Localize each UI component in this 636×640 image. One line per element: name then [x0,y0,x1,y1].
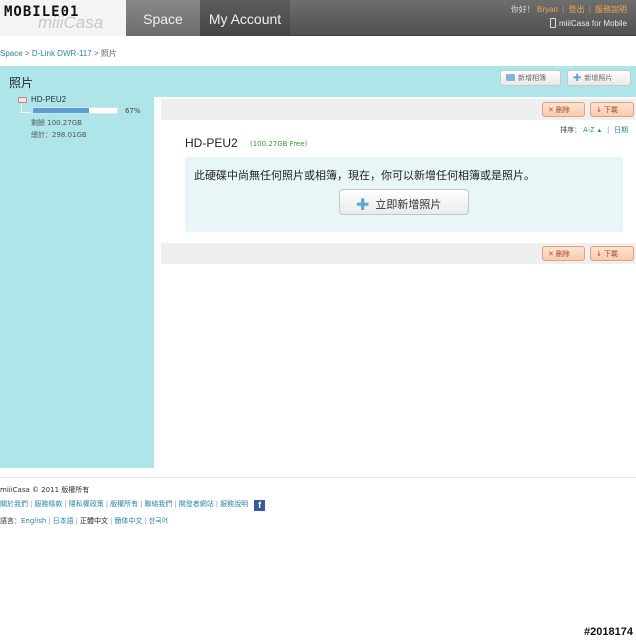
footer-link-developers[interactable]: 開發者網站 [179,500,214,508]
separator: | [105,500,109,508]
usage-percent: 67% [125,107,141,115]
plus-icon: ✚ [573,73,582,84]
footer-link-help[interactable]: 服務說明 [220,500,248,508]
sort-az-link[interactable]: A-Z [583,127,594,134]
language-label: 語言： [0,517,21,525]
close-icon: ✕ [548,106,554,114]
breadcrumb-separator: > [24,49,32,58]
hard-drive-icon [18,97,27,103]
mobile-link-label: miiiCasa for Mobile [558,19,627,28]
download-arrow-icon: ↓ [596,106,602,114]
breadcrumb-device[interactable]: D-Link DWR-117 [32,49,92,58]
language-simplified-chinese[interactable]: 簡体中文 [114,517,142,525]
new-photo-button[interactable]: ✚ 新增照片 [567,70,631,86]
watermark: #2018174 [584,626,633,638]
greeting-text: 你好！ [510,5,535,14]
tree-connector [21,104,31,113]
footer-divider [0,477,636,478]
new-photo-label: 新增照片 [584,74,613,82]
remaining-space: 剩餘 100.27GB [31,119,82,127]
usage-bar [32,107,118,114]
tab-my-account[interactable]: My Account [200,0,290,36]
delete-button[interactable]: ✕ 刪除 [542,102,585,117]
add-photos-now-button[interactable]: ✚ 立即新增照片 [339,189,469,215]
separator: | [588,5,591,14]
language-english[interactable]: English [21,517,46,525]
language-selector: 語言：English | 日本語 | 正體中文 | 簡体中文 | 한국어 [0,516,168,526]
phone-icon [549,18,556,28]
separator: | [110,517,113,525]
logo[interactable]: MOBILE01 miiiCasa [0,0,126,36]
facebook-icon[interactable]: f [254,500,266,511]
free-space: (100.27GB Free) [250,140,308,148]
separator: | [607,127,610,134]
action-bar-top: ✕ 刪除 ↓ 下載 [161,99,636,120]
footer-link-copyright[interactable]: 版權所有 [110,500,138,508]
add-photos-now-label: 立即新增照片 [375,198,442,211]
tab-space[interactable]: Space [126,0,200,36]
footer-link-privacy[interactable]: 隱私權政策 [69,500,104,508]
download-label: 下載 [603,250,618,258]
plus-icon: ✚ [356,195,370,214]
sort-ascending-icon: ▲ [596,128,603,134]
new-album-label: 新增相簿 [518,74,546,82]
action-bar-bottom: ✕ 刪除 ↓ 下載 [161,243,636,264]
content-panel: ✕ 刪除 ↓ 下載 排序： A-Z ▲ | 日期 HD-PEU2 (100.27GB… [154,97,636,468]
separator: | [75,517,78,525]
separator: | [562,5,565,14]
empty-state-message: 此硬碟中尚無任何照片或相簿，現在，你可以新增任何相簿或是照片。 [194,169,535,182]
language-korean[interactable]: 한국어 [149,517,168,525]
main-area: 照片 新增相簿 ✚ 新增照片 HD-PEU2 67% 剩餘 100.27GB 總計… [0,66,636,468]
download-button[interactable]: ↓ 下載 [590,102,634,117]
separator: | [215,500,219,508]
sort-controls: 排序： A-Z ▲ | 日期 [560,125,628,135]
page-title: 照片 [9,76,34,90]
disk-title: HD-PEU2 [185,136,238,150]
folder-icon [506,74,515,81]
user-links: 你好！ Bryan | 登出 | 服務說明 [511,4,627,15]
close-icon: ✕ [548,250,554,258]
separator: | [144,517,147,525]
separator: | [48,517,51,525]
separator: | [30,500,33,508]
footer-link-contact[interactable]: 聯絡我們 [144,500,172,508]
separator: | [64,500,67,508]
logout-link[interactable]: 登出 [568,5,584,14]
download-button[interactable]: ↓ 下載 [590,246,634,261]
language-traditional-chinese: 正體中文 [80,517,108,525]
footer-links: 關於我們 | 服務條款 | 隱私權政策 | 版權所有 | 聯絡我們 | 開發者網站 | 服務說明 f [0,499,266,511]
total-space: 總計：298.01GB [31,131,87,139]
miiicasa-logo-text: miiiCasa [38,13,104,32]
breadcrumb-space[interactable]: Space [0,49,23,58]
language-japanese[interactable]: 日本語 [53,517,74,525]
empty-state-box: 此硬碟中尚無任何照片或相簿，現在，你可以新增任何相簿或是照片。 ✚ 立即新增照片 [185,157,623,232]
copyright: miiiCasa © 2011 版權所有 [0,486,90,494]
delete-label: 刪除 [555,250,570,258]
drive-name: HD-PEU2 [31,95,67,104]
sort-date-link[interactable]: 日期 [614,127,628,134]
download-arrow-icon: ↓ [596,250,602,258]
breadcrumb-separator: > [93,49,101,58]
usage-bar-fill [33,108,90,113]
username-link[interactable]: Bryan [537,5,558,14]
download-label: 下載 [603,106,618,114]
breadcrumb-current: 照片 [100,49,117,58]
separator: | [140,500,143,508]
breadcrumb: Space > D-Link DWR-117 > 照片 [0,48,117,59]
footer-link-terms[interactable]: 服務條款 [34,500,62,508]
separator: | [174,500,177,508]
new-album-button[interactable]: 新增相簿 [500,70,561,86]
delete-label: 刪除 [555,106,570,114]
top-navigation-bar: MOBILE01 miiiCasa Space My Account 你好！ B… [0,0,636,36]
mobile-version-link[interactable]: miiiCasa for Mobile [549,18,627,28]
help-link[interactable]: 服務說明 [595,5,627,14]
footer-link-about[interactable]: 關於我們 [0,500,28,508]
delete-button[interactable]: ✕ 刪除 [542,246,585,261]
sort-label: 排序： [560,127,582,134]
